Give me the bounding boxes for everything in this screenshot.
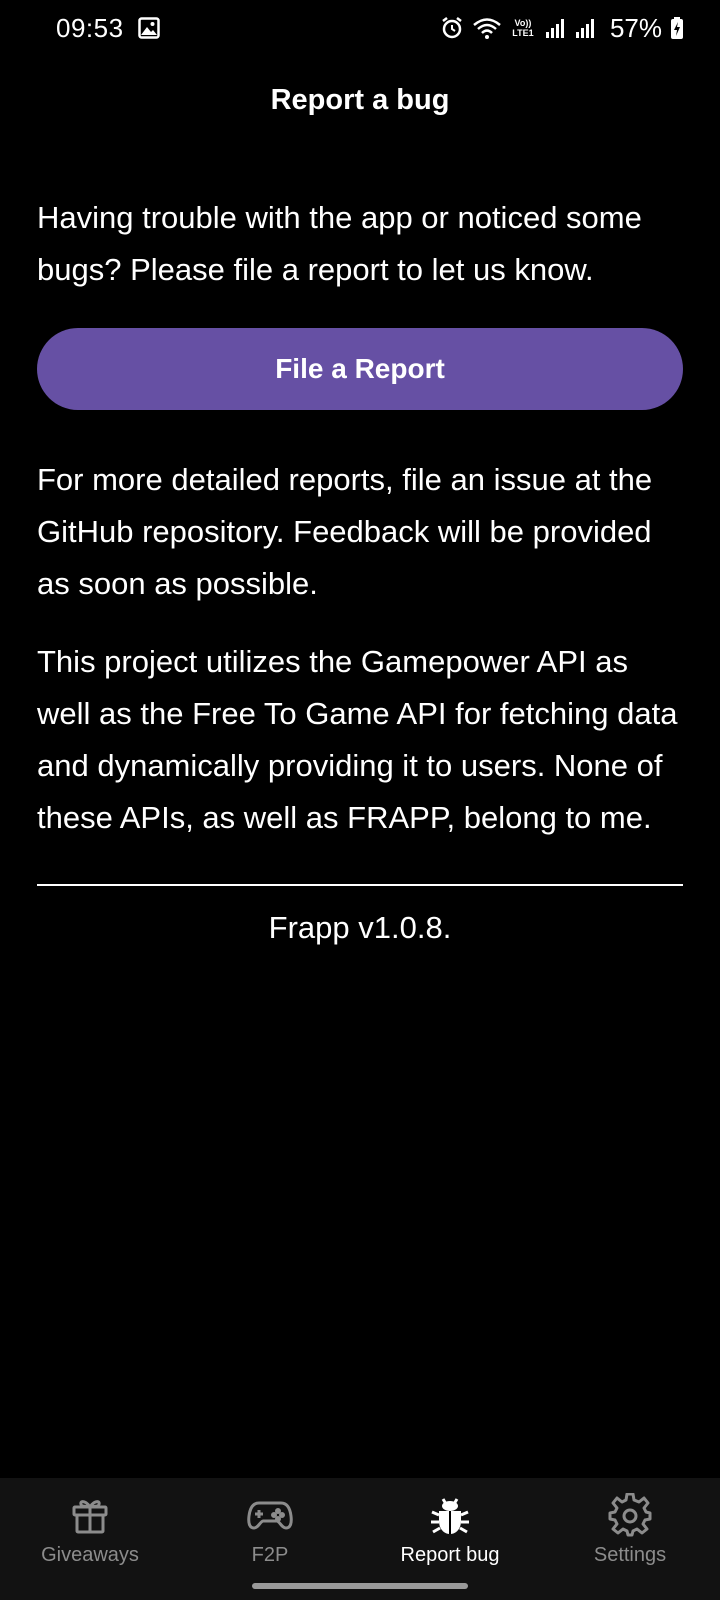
main-content: Having trouble with the app or noticed s… [37, 192, 683, 946]
gift-icon [67, 1492, 113, 1538]
file-report-button[interactable]: File a Report [37, 328, 683, 410]
gallery-notification-icon [137, 17, 160, 39]
alarm-icon [440, 16, 464, 40]
github-info-text: For more detailed reports, file an issue… [37, 462, 653, 601]
lte-label: LTE1 [512, 28, 534, 38]
bug-icon [427, 1492, 473, 1538]
home-indicator[interactable] [252, 1583, 468, 1589]
status-time: 09:53 [56, 12, 124, 43]
battery-percent: 57% [609, 12, 662, 43]
gamepad-icon [247, 1492, 293, 1538]
status-left: 09:53 [56, 13, 160, 44]
nav-label-settings: Settings [593, 1544, 667, 1566]
nav-label-report-bug: Report bug [400, 1544, 500, 1566]
status-bar: 09:53 Vo)) LTE1 57% [0, 0, 720, 56]
nav-label-f2p: F2P [251, 1544, 289, 1566]
nav-item-giveaways[interactable]: Giveaways [0, 1478, 180, 1600]
gear-icon [607, 1492, 653, 1538]
signal-icon-1 [544, 17, 566, 39]
version-label: Frapp v1.0.8. [268, 910, 452, 945]
nav-item-settings[interactable]: Settings [540, 1478, 720, 1600]
battery-charging-icon [670, 16, 684, 40]
page-title: Report a bug [270, 84, 450, 116]
divider [37, 884, 683, 886]
wifi-icon [472, 16, 502, 40]
nav-item-report-bug[interactable]: Report bug [360, 1478, 540, 1600]
bottom-nav: Giveaways F2P Report bug Settings [0, 1478, 720, 1600]
signal-icon-2 [574, 17, 596, 39]
status-right: Vo)) LTE1 57% [440, 13, 684, 44]
lte-indicator: Vo)) LTE1 [510, 18, 536, 38]
app-screen: 09:53 Vo)) LTE1 57% Report a bug Having … [0, 0, 720, 1600]
volte-label: Vo)) [514, 18, 532, 28]
nav-item-f2p[interactable]: F2P [180, 1478, 360, 1600]
nav-label-giveaways: Giveaways [41, 1544, 139, 1566]
api-credits-text: This project utilizes the Gamepower API … [37, 644, 678, 835]
intro-text: Having trouble with the app or noticed s… [37, 200, 642, 287]
